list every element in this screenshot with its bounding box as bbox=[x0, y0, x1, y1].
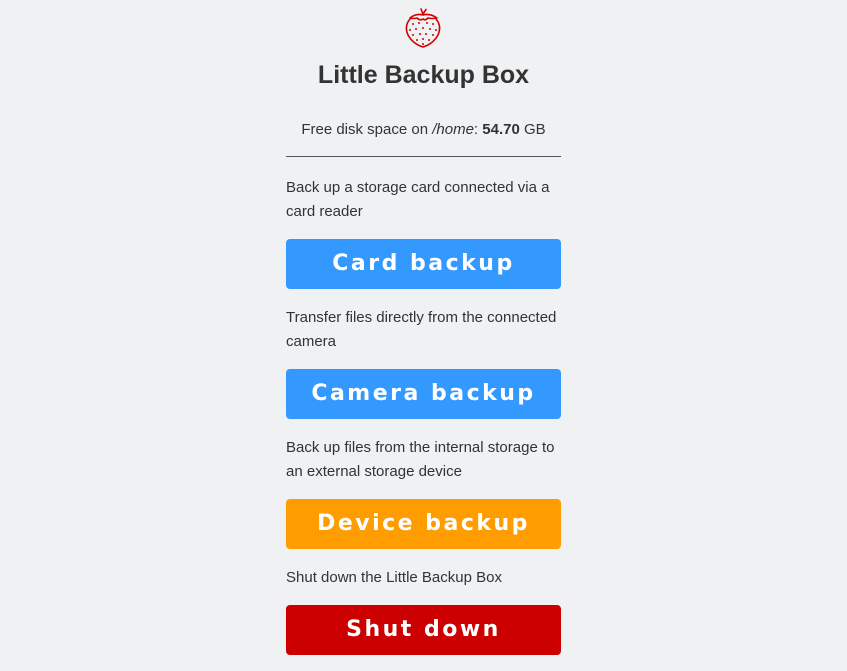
disk-separator: : bbox=[473, 121, 479, 138]
device-backup-description: Back up files from the internal storage … bbox=[286, 439, 555, 480]
disk-unit: GB bbox=[523, 121, 546, 138]
card-backup-description: Back up a storage card connected via a c… bbox=[286, 179, 550, 220]
page-title: Little Backup Box bbox=[317, 61, 530, 89]
camera-backup-button[interactable]: Camera backup bbox=[286, 369, 561, 419]
card-backup-button[interactable]: Card backup bbox=[286, 239, 561, 289]
divider bbox=[286, 156, 561, 157]
disk-space-label: Free disk space on bbox=[301, 121, 429, 138]
disk-space-info: Free disk space on /home: 54.70 GB bbox=[0, 120, 847, 140]
disk-free-amount: 54.70 bbox=[482, 121, 520, 138]
disk-path: /home bbox=[432, 121, 474, 138]
page: Little Backup Box Free disk space on /ho… bbox=[0, 0, 847, 671]
shutdown-button[interactable]: Shut down bbox=[286, 605, 561, 655]
device-backup-button[interactable]: Device backup bbox=[286, 499, 561, 549]
camera-backup-description: Transfer files directly from the connect… bbox=[286, 309, 557, 350]
strawberry-icon bbox=[405, 8, 441, 48]
shutdown-description: Shut down the Little Backup Box bbox=[286, 569, 502, 586]
